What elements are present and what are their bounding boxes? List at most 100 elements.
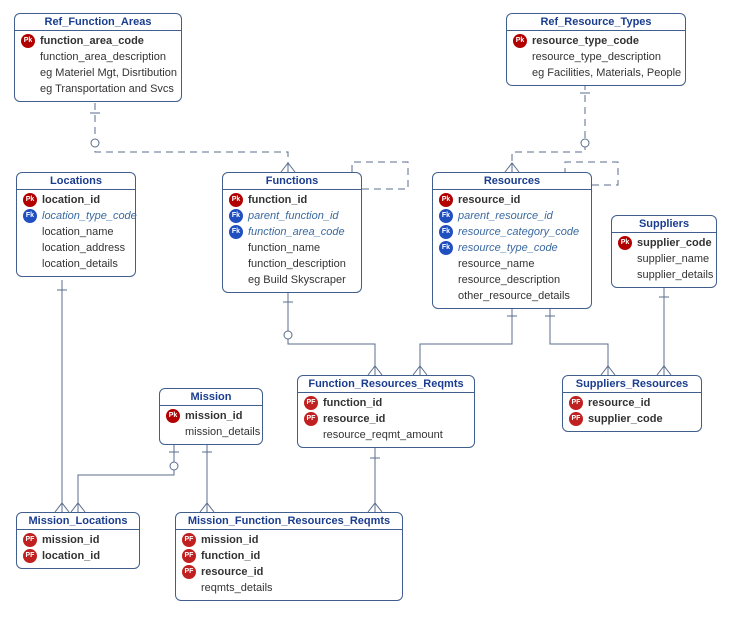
attribute-name: location_id bbox=[42, 192, 100, 208]
attribute-row: mission_details bbox=[166, 424, 256, 440]
entity-title: Functions bbox=[223, 173, 361, 190]
attribute-name: resource_id bbox=[201, 564, 263, 580]
entity-locations: LocationsPklocation_idFklocation_type_co… bbox=[16, 172, 136, 277]
crowfoot-icon bbox=[413, 366, 427, 375]
attribute-name: function_area_code bbox=[40, 33, 144, 49]
no-key-icon bbox=[618, 252, 632, 266]
attribute-row: function_name bbox=[229, 240, 355, 256]
entity-ref_resource_types: Ref_Resource_TypesPkresource_type_codere… bbox=[506, 13, 686, 86]
attribute-row: resource_name bbox=[439, 256, 585, 272]
fk-icon: Fk bbox=[439, 209, 453, 223]
connector-line bbox=[95, 103, 288, 172]
attribute-row: Pksupplier_code bbox=[618, 235, 710, 251]
entity-body: Pkresource_idFkparent_resource_idFkresou… bbox=[433, 190, 591, 308]
attribute-row: other_resource_details bbox=[439, 288, 585, 304]
attribute-name: supplier_name bbox=[637, 251, 709, 267]
pk-icon: Pk bbox=[618, 236, 632, 250]
entity-title: Suppliers bbox=[612, 216, 716, 233]
attribute-name: supplier_details bbox=[637, 267, 713, 283]
pf-icon: PF bbox=[23, 533, 37, 547]
entity-title: Mission_Function_Resources_Reqmts bbox=[176, 513, 402, 530]
pf-icon: PF bbox=[569, 412, 583, 426]
entity-body: Pkresource_type_coderesource_type_descri… bbox=[507, 31, 685, 85]
entity-title: Mission bbox=[160, 389, 262, 406]
pk-icon: Pk bbox=[21, 34, 35, 48]
no-key-icon bbox=[21, 66, 35, 80]
attribute-row: resource_reqmt_amount bbox=[304, 427, 468, 443]
connector-line bbox=[78, 442, 174, 512]
no-key-icon bbox=[23, 225, 37, 239]
entity-body: PFmission_idPF location_id bbox=[17, 530, 139, 568]
pk-icon: Pk bbox=[166, 409, 180, 423]
zero-ring-icon bbox=[91, 139, 99, 147]
attribute-row: PFfunction_id bbox=[182, 548, 396, 564]
no-key-icon bbox=[229, 257, 243, 271]
attribute-row: eg Facilities, Materials, People bbox=[513, 65, 679, 81]
attribute-name: function_id bbox=[323, 395, 382, 411]
attribute-row: supplier_details bbox=[618, 267, 710, 283]
attribute-row: PFresource_id bbox=[304, 411, 468, 427]
no-key-icon bbox=[513, 66, 527, 80]
attribute-name: function_id bbox=[201, 548, 260, 564]
no-key-icon bbox=[21, 82, 35, 96]
attribute-name: function_description bbox=[248, 256, 346, 272]
no-key-icon bbox=[304, 428, 318, 442]
no-key-icon bbox=[23, 241, 37, 255]
no-key-icon bbox=[23, 257, 37, 271]
pf-icon: PF bbox=[304, 396, 318, 410]
fk-icon: Fk bbox=[439, 241, 453, 255]
no-key-icon bbox=[618, 268, 632, 282]
attribute-name: mission_details bbox=[185, 424, 260, 440]
entity-suppliers_resources: Suppliers_ResourcesPFresource_idPFsuppli… bbox=[562, 375, 702, 432]
attribute-row: Pkresource_id bbox=[439, 192, 585, 208]
entity-resources: ResourcesPkresource_idFkparent_resource_… bbox=[432, 172, 592, 309]
attribute-name: parent_function_id bbox=[248, 208, 339, 224]
attribute-row: PFmission_id bbox=[23, 532, 133, 548]
attribute-name: resource_type_code bbox=[458, 240, 558, 256]
attribute-name: resource_description bbox=[458, 272, 560, 288]
attribute-row: Pkfunction_id bbox=[229, 192, 355, 208]
entity-body: Pkfunction_area_codefunction_area_descri… bbox=[15, 31, 181, 101]
attribute-row: PF location_id bbox=[23, 548, 133, 564]
entity-title: Ref_Function_Areas bbox=[15, 14, 181, 31]
attribute-name: parent_resource_id bbox=[458, 208, 553, 224]
attribute-name: mission_id bbox=[201, 532, 258, 548]
attribute-name: resource_type_description bbox=[532, 49, 661, 65]
entity-body: Pkmission_idmission_details bbox=[160, 406, 262, 444]
attribute-row: eg Transportation and Svcs bbox=[21, 81, 175, 97]
pf-icon: PF bbox=[23, 549, 37, 563]
zero-ring-icon bbox=[170, 462, 178, 470]
crowfoot-icon bbox=[71, 503, 85, 512]
entity-mission: MissionPkmission_idmission_details bbox=[159, 388, 263, 445]
attribute-name: location_details bbox=[42, 256, 118, 272]
pk-icon: Pk bbox=[229, 193, 243, 207]
crowfoot-icon bbox=[601, 366, 615, 375]
entity-title: Ref_Resource_Types bbox=[507, 14, 685, 31]
attribute-name: other_resource_details bbox=[458, 288, 570, 304]
attribute-name: eg Materiel Mgt, Disrtibution bbox=[40, 65, 177, 81]
entity-title: Resources bbox=[433, 173, 591, 190]
entity-suppliers: Suppliers Pksupplier_codesupplier_namesup… bbox=[611, 215, 717, 288]
no-key-icon bbox=[166, 425, 180, 439]
entity-body: PFmission_idPFfunction_idPFresource_idre… bbox=[176, 530, 402, 600]
pk-icon: Pk bbox=[513, 34, 527, 48]
entity-body: PFresource_idPFsupplier_code bbox=[563, 393, 701, 431]
attribute-name: location_name bbox=[42, 224, 114, 240]
attribute-name: location_id bbox=[42, 548, 100, 564]
attribute-row: eg Build Skyscraper bbox=[229, 272, 355, 288]
fk-icon: Fk bbox=[229, 225, 243, 239]
attribute-row: eg Materiel Mgt, Disrtibution bbox=[21, 65, 175, 81]
pf-icon: PF bbox=[304, 412, 318, 426]
zero-ring-icon bbox=[581, 139, 589, 147]
fk-icon: Fk bbox=[229, 209, 243, 223]
pf-icon: PF bbox=[569, 396, 583, 410]
attribute-row: Fkfunction_area_code bbox=[229, 224, 355, 240]
attribute-row: supplier_name bbox=[618, 251, 710, 267]
attribute-row: resource_description bbox=[439, 272, 585, 288]
attribute-row: Fklocation_type_code bbox=[23, 208, 129, 224]
connector-line bbox=[288, 292, 375, 375]
attribute-name: location_type_code bbox=[42, 208, 137, 224]
attribute-row: Fk parent_function_id bbox=[229, 208, 355, 224]
entity-functions: FunctionsPkfunction_idFkparent_function_… bbox=[222, 172, 362, 293]
no-key-icon bbox=[229, 273, 243, 287]
